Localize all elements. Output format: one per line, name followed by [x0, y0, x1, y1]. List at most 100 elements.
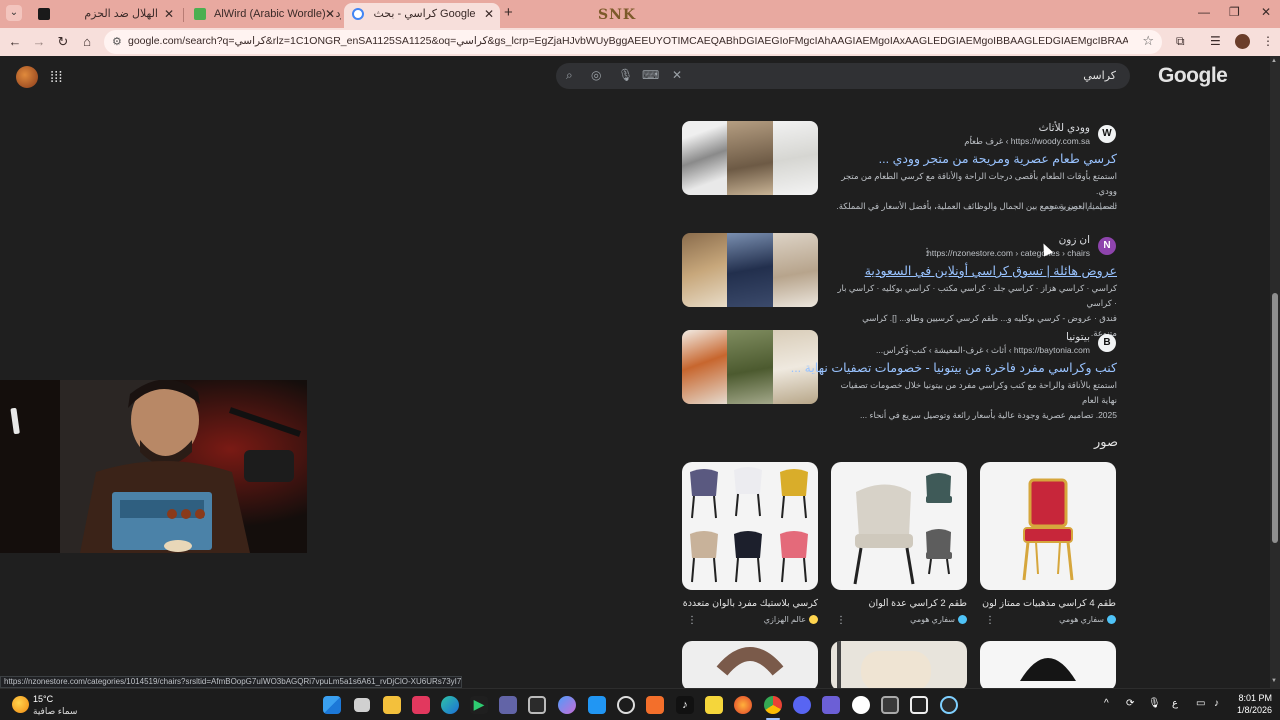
new-tab-button[interactable]: + [504, 4, 513, 21]
app-icon[interactable] [852, 696, 870, 714]
chrome-icon[interactable] [764, 696, 782, 714]
play-store-icon[interactable]: ▶ [470, 696, 488, 714]
tab-1[interactable]: AlWird (Arabic Wordle) - الورد ✕ [186, 3, 341, 28]
back-arrow-icon[interactable]: ← [6, 33, 24, 51]
app-icon[interactable] [881, 696, 899, 714]
copilot-icon[interactable] [558, 696, 576, 714]
apps-grid-icon[interactable]: ⁞⁞⁞ [50, 69, 63, 86]
clock-time[interactable]: 8:01 PM [1232, 693, 1272, 703]
scroll-up-arrow-icon[interactable]: ▲ [1271, 58, 1277, 64]
minimize-icon[interactable]: — [1198, 5, 1210, 19]
image-result[interactable] [980, 462, 1116, 590]
task-view-icon[interactable] [354, 698, 370, 712]
site-url[interactable]: https://nzonestore.com › categories › ch… [880, 248, 1090, 258]
sync-icon[interactable]: ⟳ [1126, 698, 1134, 709]
app-icon[interactable] [588, 696, 606, 714]
app-icon[interactable] [910, 696, 928, 714]
home-icon[interactable]: ⌂ [78, 33, 96, 51]
site-name[interactable]: ان زون [920, 234, 1090, 246]
result-title[interactable]: كنب وكراسي مفرد فاخرة من بيتونيا - خصوما… [791, 360, 1117, 375]
clear-icon[interactable]: ✕ [672, 68, 682, 82]
address-bar[interactable]: ⚙ google.com/search?q=كراسي&rlz=1C1ONGR_… [104, 30, 1162, 54]
result-title[interactable]: عروض هائلة | تسوق كراسي أونلاين في السعو… [860, 263, 1117, 278]
restore-icon[interactable]: ❐ [1229, 5, 1240, 19]
image-caption[interactable]: طقم 2 كراسي عدة ألوان [831, 598, 967, 609]
result-thumbnails[interactable] [682, 121, 818, 195]
tiktok-icon[interactable]: ♪ [676, 696, 694, 714]
image-result[interactable] [980, 641, 1116, 688]
site-favicon-icon[interactable]: B [1098, 334, 1116, 352]
search-query[interactable]: كراسي [1083, 69, 1116, 82]
close-icon[interactable]: ✕ [484, 3, 494, 25]
image-caption[interactable]: طقم 4 كراسي مذهبيات ممتاز لون احم... [980, 598, 1116, 609]
forward-arrow-icon[interactable]: → [30, 33, 48, 51]
more-options-icon[interactable]: ⋮ [985, 615, 995, 626]
mic-tray-icon[interactable]: 🎙 [1148, 698, 1161, 709]
image-source[interactable]: عالم الهزازي [694, 615, 818, 625]
bookmark-star-icon[interactable]: ☆ [1142, 33, 1154, 49]
result-extra[interactable]: التصاميم بدون رسوم [940, 199, 1117, 214]
result-title[interactable]: كرسي طعام عصرية ومريحة من متجر وودي ... [840, 151, 1117, 166]
more-options-icon[interactable]: ⋮ [836, 615, 846, 626]
image-result[interactable] [682, 462, 818, 590]
site-name[interactable]: وودي للأثاث [920, 122, 1090, 134]
site-info-icon[interactable]: ⚙ [112, 35, 122, 48]
close-icon[interactable]: ✕ [325, 3, 335, 25]
tab-search-button[interactable]: ⌄ [6, 5, 22, 21]
lens-icon[interactable]: ◎ [591, 68, 601, 82]
clock-date[interactable]: 1/8/2026 [1232, 705, 1272, 715]
app-icon[interactable] [412, 696, 430, 714]
site-url[interactable]: https://woody.com.sa › غرف طعام [880, 136, 1090, 147]
more-options-icon[interactable]: ⋮ [902, 344, 912, 355]
site-favicon-icon[interactable]: N [1098, 237, 1116, 255]
url-text[interactable]: google.com/search?q=كراسي&rlz=1C1ONGR_en… [128, 35, 1128, 47]
edge-icon[interactable] [441, 696, 459, 714]
reload-icon[interactable]: ↻ [54, 33, 72, 51]
search-icon[interactable]: ⌕ [566, 68, 573, 83]
close-icon[interactable]: ✕ [164, 3, 174, 25]
image-result[interactable] [831, 462, 967, 590]
image-source[interactable]: سفاري هومي [843, 615, 967, 625]
start-windows-icon[interactable] [323, 696, 341, 714]
search-box[interactable]: ⌕ ◎ 🎙 ⌨ ✕ كراسي [556, 63, 1130, 89]
profile-avatar[interactable] [1235, 34, 1250, 49]
weather-sun-icon[interactable] [12, 696, 29, 713]
tab-2-active[interactable]: كراسي - بحث Google ✕ [344, 3, 500, 28]
more-options-icon[interactable]: ⋮ [966, 135, 976, 146]
network-icon[interactable]: ▭ [1196, 698, 1205, 709]
weather-temperature[interactable]: 15°C [33, 694, 53, 704]
reading-list-icon[interactable]: ☰ [1210, 34, 1221, 48]
input-language[interactable]: ع [1172, 698, 1178, 709]
discord-icon[interactable] [793, 696, 811, 714]
image-caption[interactable]: كرسي بلاستيك مفرد بألوان متعددة ... [682, 598, 818, 609]
scrollbar-thumb[interactable] [1272, 293, 1278, 543]
teams-icon[interactable] [499, 696, 517, 714]
more-options-icon[interactable]: ⋮ [687, 615, 697, 626]
result-thumbnails[interactable] [682, 233, 818, 307]
sticky-notes-icon[interactable] [705, 696, 723, 714]
site-name[interactable]: بيتونيا [920, 331, 1090, 343]
file-explorer-icon[interactable] [383, 696, 401, 714]
tray-chevron-icon[interactable]: ^ [1104, 698, 1109, 709]
store-icon[interactable] [528, 696, 546, 714]
app-icon[interactable] [940, 696, 958, 714]
window-close-icon[interactable]: ✕ [1261, 5, 1271, 19]
weather-description[interactable]: سماء صافية [33, 706, 77, 717]
app-icon[interactable] [646, 696, 664, 714]
image-result[interactable] [682, 641, 818, 688]
more-options-icon[interactable]: ⋮ [922, 247, 932, 258]
firefox-icon[interactable] [734, 696, 752, 714]
extensions-icon[interactable]: ⧉ [1176, 34, 1185, 49]
account-avatar[interactable] [16, 66, 38, 88]
image-source[interactable]: سفاري هومي [992, 615, 1116, 625]
volume-icon[interactable]: ♪ [1214, 698, 1219, 709]
site-favicon-icon[interactable]: W [1098, 125, 1116, 143]
tab-0[interactable]: الهلال ضد الحزم ✕ [30, 3, 180, 28]
menu-dots-icon[interactable]: ⋮ [1262, 34, 1274, 48]
image-result[interactable] [831, 641, 967, 688]
google-logo[interactable]: Google [1158, 64, 1228, 88]
scroll-down-arrow-icon[interactable]: ▼ [1271, 678, 1277, 684]
keyboard-icon[interactable]: ⌨ [642, 68, 659, 82]
app-icon[interactable] [617, 696, 635, 714]
app-icon[interactable] [822, 696, 840, 714]
